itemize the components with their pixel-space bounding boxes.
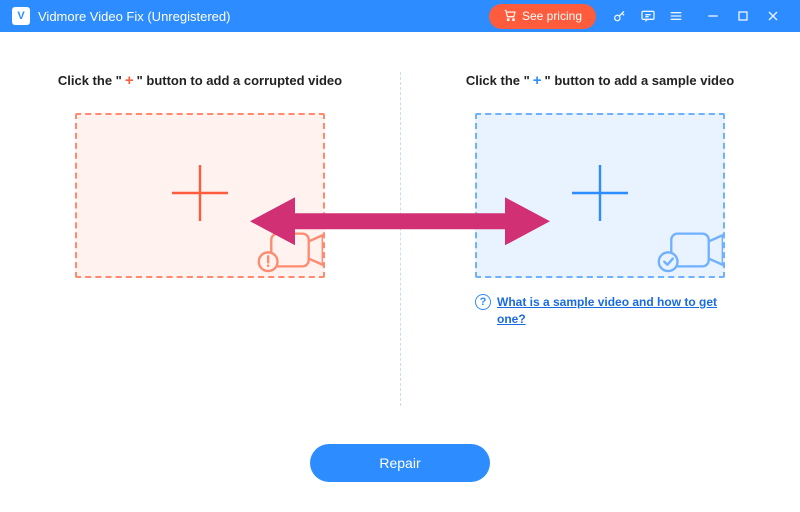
corrupted-panel-title: Click the "+" button to add a corrupted …: [58, 72, 342, 89]
maximize-button[interactable]: [728, 2, 758, 30]
feedback-icon[interactable]: [634, 2, 662, 30]
panels-container: Click the "+" button to add a corrupted …: [0, 32, 800, 426]
plus-icon: [560, 153, 640, 238]
cart-icon: [503, 8, 517, 25]
sample-video-help-link[interactable]: What is a sample video and how to get on…: [497, 294, 725, 328]
see-pricing-button[interactable]: See pricing: [489, 4, 596, 29]
broken-camera-icon: [251, 221, 325, 278]
sample-panel-title: Click the "+" button to add a sample vid…: [466, 72, 734, 89]
sample-video-panel: Click the "+" button to add a sample vid…: [400, 72, 800, 426]
corrupted-video-panel: Click the "+" button to add a corrupted …: [0, 72, 400, 426]
repair-button[interactable]: Repair: [310, 444, 490, 482]
menu-icon[interactable]: [662, 2, 690, 30]
add-corrupted-video-dropzone[interactable]: [75, 113, 325, 278]
key-icon[interactable]: [606, 2, 634, 30]
help-row: ? What is a sample video and how to get …: [475, 294, 725, 328]
plus-icon: [160, 153, 240, 238]
ok-camera-icon: [651, 221, 725, 278]
plus-icon: +: [533, 72, 542, 89]
pricing-label: See pricing: [522, 9, 582, 23]
titlebar: V Vidmore Video Fix (Unregistered) See p…: [0, 0, 800, 32]
add-sample-video-dropzone[interactable]: [475, 113, 725, 278]
window-title: Vidmore Video Fix (Unregistered): [38, 9, 230, 24]
app-logo-icon: V: [12, 7, 30, 25]
main-content: Click the "+" button to add a corrupted …: [0, 32, 800, 512]
help-icon: ?: [475, 294, 491, 310]
plus-icon: +: [125, 72, 134, 89]
footer: Repair: [0, 426, 800, 512]
close-button[interactable]: [758, 2, 788, 30]
vertical-divider: [400, 72, 401, 406]
minimize-button[interactable]: [698, 2, 728, 30]
